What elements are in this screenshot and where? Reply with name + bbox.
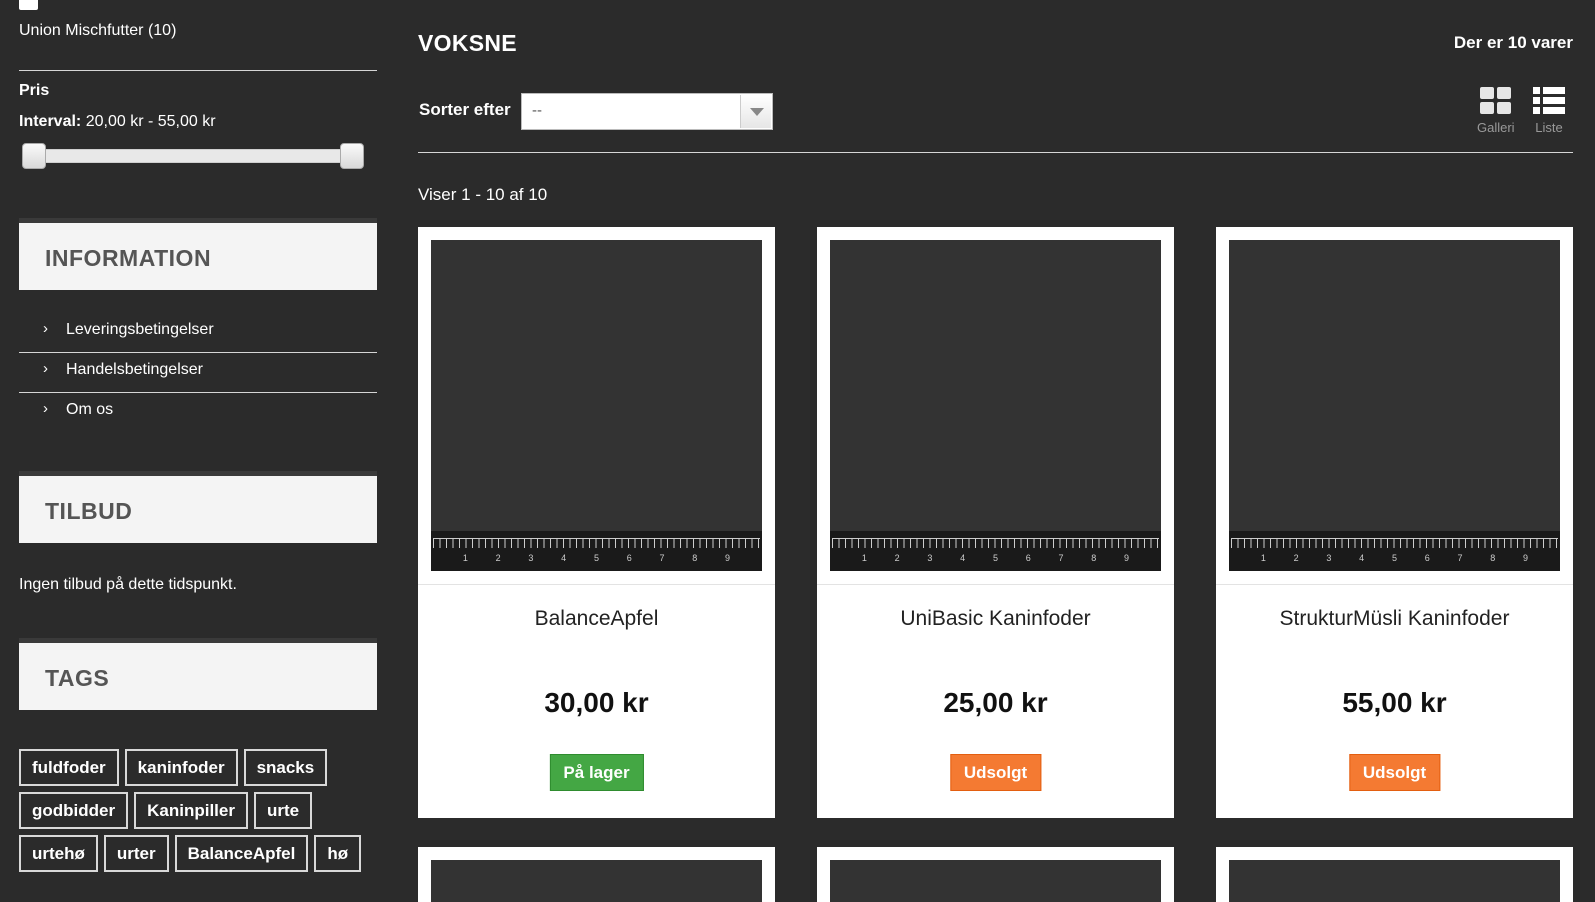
- category-title: VOKSNE: [418, 30, 517, 56]
- price-interval: Interval: 20,00 kr - 55,00 kr: [19, 113, 216, 131]
- product-card[interactable]: [817, 847, 1174, 902]
- stock-badge: Udsolgt: [949, 754, 1042, 791]
- information-links: › Leveringsbetingelser › Handelsbetingel…: [19, 313, 377, 433]
- manufacturer-filter-label[interactable]: Union Mischfutter (10): [19, 22, 176, 40]
- caret-down-icon[interactable]: [740, 95, 771, 128]
- tag-link[interactable]: snacks: [243, 749, 328, 786]
- view-gallery-button[interactable]: Galleri: [1477, 86, 1515, 135]
- product-card[interactable]: [418, 847, 775, 902]
- product-image[interactable]: [431, 860, 762, 902]
- view-list-button[interactable]: Liste: [1532, 86, 1566, 135]
- stock-badge: Udsolgt: [1348, 754, 1441, 791]
- ruler-overlay: 123456789: [1229, 531, 1560, 571]
- product-image[interactable]: 123456789: [1229, 240, 1560, 571]
- product-card[interactable]: 123456789 BalanceApfel 30,00 kr På lager: [418, 227, 775, 818]
- card-divider: [817, 584, 1174, 585]
- tag-link[interactable]: urte: [253, 792, 313, 829]
- ruler-numbers: 123456789: [462, 553, 731, 563]
- tag-link[interactable]: kaninfoder: [124, 749, 238, 786]
- tag-link[interactable]: BalanceApfel: [174, 835, 309, 872]
- product-price: 30,00 kr: [544, 687, 649, 718]
- chevron-right-icon: ›: [43, 320, 48, 337]
- product-card[interactable]: 123456789 UniBasic Kaninfoder 25,00 kr U…: [817, 227, 1174, 818]
- card-divider: [418, 584, 775, 585]
- product-price: 25,00 kr: [943, 687, 1048, 718]
- product-name[interactable]: UniBasic Kaninfoder: [817, 607, 1174, 631]
- ruler-overlay: 123456789: [431, 531, 762, 571]
- price-slider-min-handle[interactable]: [22, 143, 46, 169]
- info-link-label[interactable]: Handelsbetingelser: [66, 361, 203, 378]
- ruler-numbers: 123456789: [861, 553, 1130, 563]
- divider: [19, 70, 377, 71]
- price-range-slider[interactable]: [23, 149, 363, 163]
- info-link-label[interactable]: Om os: [66, 401, 113, 418]
- ruler-numbers: 123456789: [1260, 553, 1529, 563]
- chevron-right-icon: ›: [43, 360, 48, 377]
- tag-link[interactable]: fuldfoder: [19, 749, 119, 786]
- sort-select[interactable]: --: [521, 93, 773, 130]
- price-slider-max-handle[interactable]: [340, 143, 364, 169]
- information-block-title: INFORMATION: [19, 218, 377, 290]
- stock-badge: På lager: [549, 754, 644, 791]
- price-filter-title: Pris: [19, 82, 50, 99]
- product-name[interactable]: BalanceApfel: [418, 607, 775, 631]
- card-divider: [1216, 584, 1573, 585]
- product-count: Der er 10 varer: [1453, 33, 1573, 52]
- product-card[interactable]: [1216, 847, 1573, 902]
- tag-link[interactable]: urtehø: [19, 835, 98, 872]
- product-image[interactable]: [830, 860, 1161, 902]
- list-icon: [1533, 87, 1565, 114]
- ruler-overlay: 123456789: [830, 531, 1161, 571]
- tag-link[interactable]: hø: [314, 835, 362, 872]
- product-image[interactable]: 123456789: [431, 240, 762, 571]
- sort-label: Sorter efter: [419, 100, 511, 119]
- pagination-summary: Viser 1 - 10 af 10: [418, 185, 548, 204]
- tags-block-title: TAGS: [19, 638, 377, 710]
- price-interval-value: 20,00 kr - 55,00 kr: [85, 113, 216, 130]
- sort-selected-value: --: [532, 102, 542, 119]
- info-link-about[interactable]: › Om os: [19, 393, 377, 433]
- offers-block-title: TILBUD: [19, 471, 377, 543]
- product-price: 55,00 kr: [1342, 687, 1447, 718]
- info-link-delivery[interactable]: › Leveringsbetingelser: [19, 313, 377, 353]
- view-list-label: Liste: [1535, 120, 1563, 135]
- manufacturer-checkbox[interactable]: [19, 0, 38, 10]
- view-gallery-label: Galleri: [1477, 120, 1515, 135]
- info-link-terms[interactable]: › Handelsbetingelser: [19, 353, 377, 393]
- offers-empty-text: Ingen tilbud på dette tidspunkt.: [19, 576, 237, 593]
- product-image[interactable]: [1229, 860, 1560, 902]
- grid-icon: [1479, 87, 1511, 114]
- price-interval-label: Interval:: [19, 113, 82, 130]
- product-image[interactable]: 123456789: [830, 240, 1161, 571]
- tag-cloud: fuldfoder kaninfoder snacks godbidder Ka…: [19, 749, 389, 878]
- tag-link[interactable]: godbidder: [19, 792, 129, 829]
- tag-link[interactable]: Kaninpiller: [134, 792, 248, 829]
- divider: [418, 152, 1573, 153]
- info-link-label[interactable]: Leveringsbetingelser: [66, 321, 214, 338]
- chevron-right-icon: ›: [43, 400, 48, 417]
- product-card[interactable]: 123456789 StrukturMüsli Kaninfoder 55,00…: [1216, 227, 1573, 818]
- tag-link[interactable]: urter: [103, 835, 169, 872]
- product-name[interactable]: StrukturMüsli Kaninfoder: [1216, 607, 1573, 631]
